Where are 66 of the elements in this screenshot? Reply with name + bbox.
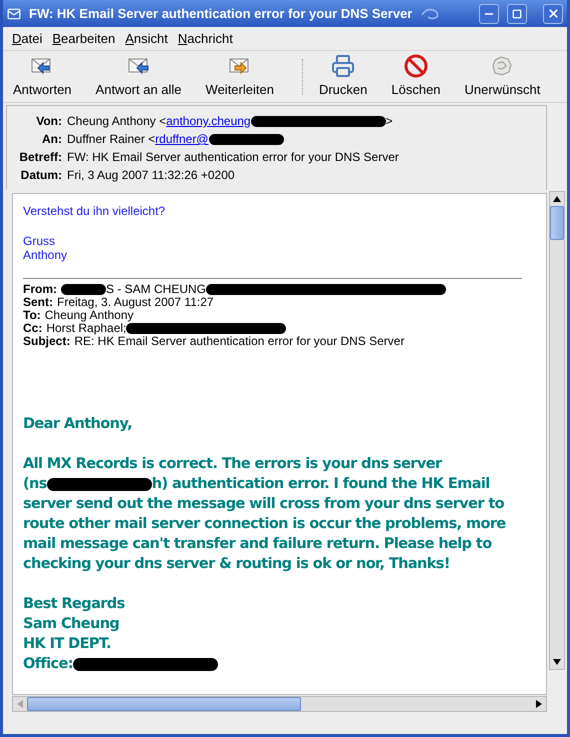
scroll-right-icon[interactable] [534, 700, 544, 708]
text: mail message can't transfer and failure return. Please help to [23, 535, 492, 554]
envelope-icon [7, 6, 21, 20]
text: S - SAM CHEUNG [106, 283, 206, 296]
field-label: To: [23, 309, 42, 322]
toolbar-button[interactable]: Drucken [312, 54, 374, 100]
field-label: From: [23, 283, 58, 296]
close-button[interactable] [543, 4, 563, 24]
scroll-thumb[interactable] [27, 697, 301, 711]
header-label: An: [41, 131, 63, 148]
text: Dear Anthony, [23, 415, 132, 434]
text: Horst Raphael; [46, 322, 126, 335]
menu-item[interactable]: Ansicht [125, 28, 168, 48]
text: RE: HK Email Server authentication error for your DNS Server [74, 335, 404, 348]
field-label: Subject: [23, 335, 72, 348]
text: All MX Records is correct. The errors is your dns server [23, 455, 442, 474]
close-icon [546, 7, 560, 20]
scroll-left-icon[interactable] [15, 700, 25, 708]
text: Duffner Rainer < [67, 131, 156, 148]
window-title: FW: HK Email Server authentication error for your DNS Server [29, 4, 412, 23]
redaction-mark [61, 284, 106, 295]
vertical-scrollbar[interactable] [549, 191, 565, 670]
crumpled-paper-icon [490, 54, 514, 78]
text: Cheung Anthony < [67, 113, 166, 130]
text: Best Regards [23, 595, 125, 614]
header-label: Von: [35, 113, 63, 130]
scroll-up-icon[interactable] [553, 194, 561, 204]
text: Office: [23, 655, 73, 674]
text: FW: HK Email Server authentication error for your DNS Server [67, 149, 399, 166]
prohibition-icon [404, 54, 428, 78]
text: > [386, 113, 393, 130]
text: Sam Cheung [23, 615, 120, 634]
menu-item[interactable]: Datei [12, 28, 42, 48]
text: HK IT DEPT. [23, 635, 111, 654]
toolbar-button[interactable]: Unerwünscht [458, 54, 546, 100]
field-label: Cc: [23, 322, 44, 335]
text: Cheung Anthony [44, 309, 134, 322]
menu-item[interactable]: Bearbeiten [52, 28, 116, 48]
text: Gruss [23, 234, 56, 248]
text: Anthony [23, 248, 68, 262]
text: Verstehst du ihn vielleicht? [23, 204, 166, 218]
text: Freitag, 3. August 2007 11:27 [57, 296, 214, 309]
toolbar-button[interactable]: Löschen [385, 54, 447, 100]
header-label: Datum: [20, 167, 63, 184]
scroll-down-icon[interactable] [553, 657, 561, 667]
text: h) authentication error. I found the HK Email [152, 475, 490, 494]
minimize-button[interactable] [479, 4, 499, 24]
scroll-thumb[interactable] [550, 206, 564, 240]
text: Fri, 3 Aug 2007 11:32:26 +0200 [67, 167, 235, 184]
text: route other mail server connection is occur the problems, more [23, 515, 506, 534]
text: server send out the message will cross from your dns server to [23, 495, 504, 514]
field-label: Sent: [23, 296, 54, 309]
horizontal-scrollbar[interactable] [12, 696, 547, 712]
toolbar-button[interactable]: Antwort an alle [90, 54, 188, 100]
email-link[interactable]: anthony.cheung [166, 112, 251, 130]
email-link[interactable]: rduffner@ [155, 130, 208, 148]
header-label: Betreff: [18, 149, 63, 166]
logo-icon [420, 6, 440, 20]
printer-icon [331, 54, 356, 78]
toolbar-button[interactable]: Antworten [7, 54, 78, 100]
text: checking your dns server & routing is ok or nor, Thanks! [23, 555, 450, 574]
toolbar-button[interactable]: Weiterleiten [200, 54, 280, 100]
menu-item[interactable]: Nachricht [178, 28, 233, 48]
maximize-icon [512, 8, 522, 18]
text: (ns [23, 475, 47, 494]
maximize-button[interactable] [507, 4, 527, 24]
